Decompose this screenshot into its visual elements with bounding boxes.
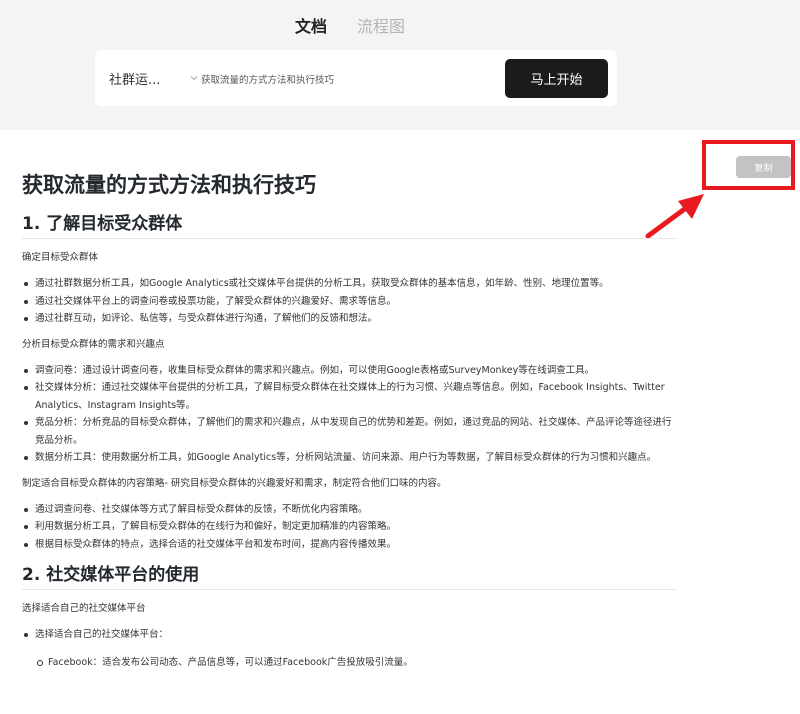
- document-content: 获取流量的方式方法和执行技巧 1. 了解目标受众群体 确定目标受众群体 通过社群…: [22, 170, 677, 671]
- category-select[interactable]: 社群运...: [109, 69, 198, 89]
- chevron-down-icon: [190, 76, 198, 81]
- start-button[interactable]: 马上开始: [505, 59, 608, 98]
- topic-input[interactable]: [201, 70, 491, 88]
- section-heading: 1. 了解目标受众群体: [22, 212, 677, 239]
- list-item: 数据分析工具：使用数据分析工具，如Google Analytics等，分析网站流…: [22, 449, 677, 467]
- list-item: 通过社群互动，如评论、私信等，与受众群体进行沟通，了解他们的反馈和想法。: [22, 310, 677, 328]
- list-item: 通过社交媒体平台上的调查问卷或投票功能，了解受众群体的兴趣爱好、需求等信息。: [22, 293, 677, 311]
- list-item: 通过社群数据分析工具，如Google Analytics或社交媒体平台提供的分析…: [22, 275, 677, 293]
- top-panel: 文档 流程图 社群运... 马上开始: [0, 0, 800, 130]
- list-item: 选择适合自己的社交媒体平台：: [22, 626, 677, 644]
- paragraph: 选择适合自己的社交媒体平台: [22, 603, 146, 614]
- category-value: 社群运...: [109, 73, 161, 88]
- document-title: 获取流量的方式方法和执行技巧: [22, 173, 316, 197]
- bullet-list: 通过调查问卷、社交媒体等方式了解目标受众群体的反馈，不断优化内容策略。 利用数据…: [22, 501, 677, 554]
- tab-document[interactable]: 文档: [295, 16, 327, 38]
- list-item: 利用数据分析工具，了解目标受众群体的在线行为和偏好，制定更加精准的内容策略。: [22, 518, 677, 536]
- generate-form: 社群运... 马上开始: [95, 50, 617, 106]
- list-item: 调查问卷：通过设计调查问卷，收集目标受众群体的需求和兴趣点。例如，可以使用Goo…: [22, 362, 677, 380]
- list-item: 根据目标受众群体的特点，选择合适的社交媒体平台和发布时间，提高内容传播效果。: [22, 536, 677, 554]
- annotation-highlight-box: [702, 140, 795, 190]
- bullet-list: 调查问卷：通过设计调查问卷，收集目标受众群体的需求和兴趣点。例如，可以使用Goo…: [22, 362, 677, 467]
- section-heading: 2. 社交媒体平台的使用: [22, 563, 677, 590]
- paragraph: 确定目标受众群体: [22, 252, 99, 263]
- sub-bullet-list: Facebook：适合发布公司动态、产品信息等，可以通过Facebook广告投放…: [22, 654, 677, 672]
- paragraph: 制定适合目标受众群体的内容策略- 研究目标受众群体的兴趣爱好和需求，制定符合他们…: [22, 477, 447, 489]
- tab-flowchart[interactable]: 流程图: [357, 16, 405, 38]
- paragraph: 分析目标受众群体的需求和兴趣点: [22, 338, 165, 350]
- bullet-list: 选择适合自己的社交媒体平台：: [22, 626, 677, 644]
- list-item: 竞品分析：分析竞品的目标受众群体，了解他们的需求和兴趣点，从中发现自己的优势和差…: [22, 414, 677, 449]
- list-item: 社交媒体分析：通过社交媒体平台提供的分析工具，了解目标受众群体在社交媒体上的行为…: [22, 379, 677, 414]
- list-item: 通过调查问卷、社交媒体等方式了解目标受众群体的反馈，不断优化内容策略。: [22, 501, 677, 519]
- mode-tabs: 文档 流程图: [0, 16, 800, 40]
- list-item: Facebook：适合发布公司动态、产品信息等，可以通过Facebook广告投放…: [35, 654, 677, 672]
- bullet-list: 通过社群数据分析工具，如Google Analytics或社交媒体平台提供的分析…: [22, 275, 677, 328]
